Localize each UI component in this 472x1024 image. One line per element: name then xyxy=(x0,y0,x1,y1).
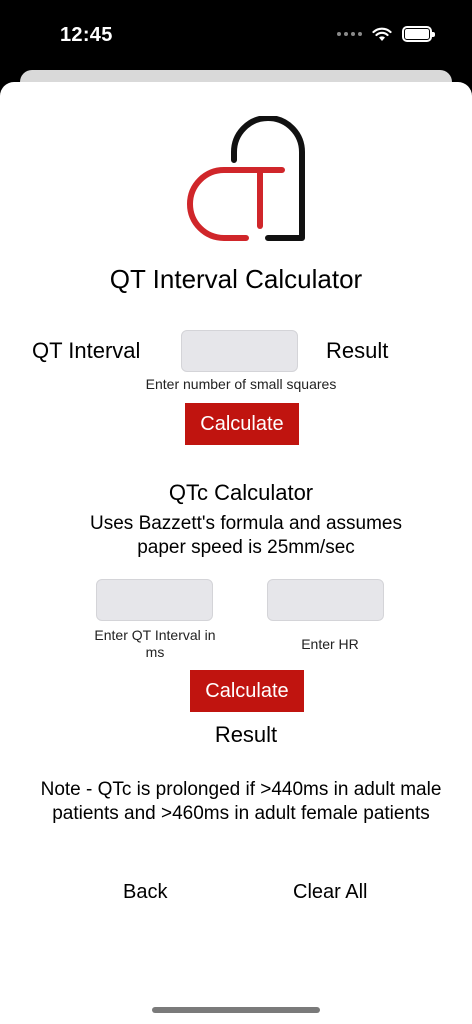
wifi-icon xyxy=(372,27,392,41)
qt-heart-logo-icon xyxy=(187,116,305,241)
qtc-hr-input[interactable] xyxy=(267,579,384,621)
qt-calculate-button[interactable]: Calculate xyxy=(185,403,299,445)
qtc-note: Note - QTc is prolonged if >440ms in adu… xyxy=(40,779,442,824)
clear-all-button[interactable]: Clear All xyxy=(293,881,367,904)
qtc-section-title: QTc Calculator xyxy=(168,480,314,505)
qtc-result-label: Result xyxy=(214,722,278,747)
status-icons xyxy=(337,26,435,42)
qt-result-label: Result xyxy=(326,338,389,363)
calculator-sheet: QT Interval Calculator QT Interval Resul… xyxy=(0,82,472,1024)
qtc-qt-ms-input[interactable] xyxy=(96,579,213,621)
status-bar: 12:45 xyxy=(0,0,472,72)
qt-squares-input[interactable] xyxy=(181,330,298,372)
qt-squares-hint: Enter number of small squares xyxy=(145,376,337,392)
back-button[interactable]: Back xyxy=(123,881,167,904)
page-title: QT Interval Calculator xyxy=(109,264,363,294)
signal-dots-icon xyxy=(337,32,362,36)
home-indicator[interactable] xyxy=(152,1007,320,1013)
status-time: 12:45 xyxy=(60,24,113,46)
qtc-qt-ms-hint: Enter QT Interval in ms xyxy=(94,627,216,660)
qtc-description: Uses Bazzett's formula and assumes paper… xyxy=(90,513,402,558)
battery-icon xyxy=(402,26,435,42)
qtc-hr-hint: Enter HR xyxy=(301,636,359,652)
qtc-calculate-button[interactable]: Calculate xyxy=(190,670,304,712)
qt-interval-label: QT Interval xyxy=(32,338,141,363)
